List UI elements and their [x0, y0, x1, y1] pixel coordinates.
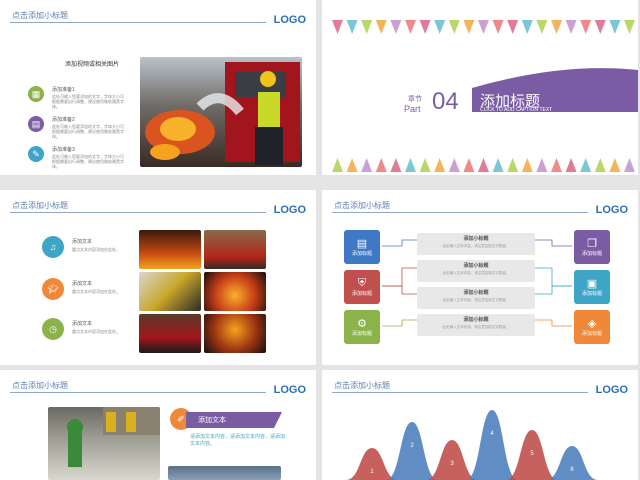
item-desc: 重点文本内容添加在此处。 [72, 247, 120, 252]
item-desc: 重点文本内容添加在此处。 [72, 289, 120, 294]
mid-title: 添加小标题 [463, 317, 489, 323]
mid-box[interactable]: 添加小标题此处输入文本内容，请注意控制文字数量。 [417, 260, 535, 282]
item-title: 添加准备1 [52, 87, 75, 93]
night-fire-photo [204, 314, 266, 353]
card-label: 添加标题 [581, 251, 602, 257]
purple-banner [472, 68, 638, 112]
bell-mark [426, 440, 478, 480]
slide-subtitle: 点击添加小标题 [12, 381, 68, 390]
logo: LOGO [273, 204, 306, 216]
section-caption: CLICK TO ADD CAPTION TEXT [480, 107, 553, 113]
left-card-settings[interactable]: ⚙ 添加标题 [344, 310, 380, 344]
bell-chart: 123456 [346, 410, 598, 480]
header-divider [10, 22, 266, 23]
right-card-image[interactable]: ▣ 添加标题 [574, 270, 610, 304]
fire-photo [139, 230, 201, 269]
right-card-copy[interactable]: ❐ 添加标题 [574, 230, 610, 264]
slide-subtitle: 点击添加小标题 [12, 11, 68, 20]
ribbon-desc: 请添加文本内容，请添加文本内容，请添加文本内容。 [190, 434, 286, 447]
bell-mark [386, 422, 438, 480]
mid-title: 添加小标题 [463, 263, 489, 269]
right-card-tag[interactable]: ◈ 添加标题 [574, 310, 610, 344]
item-desc: 此处可输入您要添加的文字，字体大小可根据需要自行调整，建议使用微软雅黑字体。 [52, 94, 124, 109]
card-label: 添加标题 [351, 251, 372, 257]
item-title: 添加准备3 [52, 147, 75, 153]
card-label: 添加标题 [351, 331, 372, 337]
item-title: 添加文本 [72, 239, 93, 245]
slide-4[interactable]: 点击添加小标题 LOGO ▤ 添加标题 ⛨ 添加标题 ⚙ 添加标题 添加小标题 此处输入… [322, 190, 638, 365]
mid-box[interactable]: 添加小标题此处输入文本内容，请注意控制文字数量。 [417, 314, 535, 336]
music-icon: ♫ [42, 236, 64, 258]
mid-desc: 此处输入文本内容，请注意控制文字数量。 [442, 244, 510, 248]
slide-heading: 添加视频或相关图片 [65, 62, 120, 68]
tag-icon: ◈ [587, 318, 597, 330]
image-icon: ▣ [586, 278, 598, 290]
edit-icon: ✎ [28, 146, 44, 162]
hydrant-photo [48, 407, 160, 480]
slide-2[interactable]: 章节 Part 04 添加标题 CLICK TO ADD CAPTION TEX… [322, 0, 638, 175]
header-divider [10, 212, 266, 213]
mid-desc: 此处输入文本内容，请注意控制文字数量。 [442, 325, 510, 329]
card-label: 添加标题 [581, 331, 602, 337]
slide-3[interactable]: 点击添加小标题 LOGO ♫ 添加文本 重点文本内容添加在此处。 🎓︎ 添加文本… [0, 190, 316, 365]
copy-icon: ❐ [587, 238, 597, 250]
slide-5[interactable]: 点击添加小标题 LOGO ✐ 添加文本 请添加文本内容，请添加文本内容，请添加文… [0, 370, 316, 480]
left-card-shield[interactable]: ⛨ 添加标题 [344, 270, 380, 304]
rescue-truck-photo [139, 314, 201, 353]
chart-icon: ▦ [28, 86, 44, 102]
ribbon-title: 添加文本 [198, 417, 226, 424]
mid-desc: 此处输入文本内容，请注意控制文字数量。 [442, 298, 510, 302]
part-number: 04 [432, 88, 459, 115]
item-title: 添加准备2 [52, 117, 75, 123]
item-title: 添加文本 [72, 281, 93, 287]
logo: LOGO [273, 384, 306, 396]
item-desc: 此处可输入您要添加的文字，字体大小可根据需要自行调整，建议使用微软雅黑字体。 [52, 154, 124, 169]
item-desc: 重点文本内容添加在此处。 [72, 329, 120, 334]
shield-icon: ⛨ [357, 277, 367, 289]
card-label: 添加标题 [351, 291, 372, 297]
document-icon: ▤ [356, 238, 368, 250]
left-card-document[interactable]: ▤ 添加标题 [344, 230, 380, 264]
chapter-label: 章节 [408, 96, 422, 103]
mid-desc: 此处输入文本内容，请注意控制文字数量。 [442, 271, 510, 275]
item-title: 添加文本 [72, 321, 93, 327]
part-label: Part [404, 104, 421, 114]
mid-box[interactable]: 添加小标题此处输入文本内容，请注意控制文字数量。 [417, 287, 535, 309]
item-desc: 此处可输入您要添加的文字，字体大小可根据需要自行调整，建议使用微软雅黑字体。 [52, 124, 124, 139]
card-label: 添加标题 [581, 291, 602, 297]
slide-subtitle: 点击添加小标题 [12, 201, 68, 210]
mid-title: 添加小标题 [463, 236, 489, 242]
bell-mark [346, 448, 398, 480]
firefighters-photo [139, 272, 201, 311]
slide-1[interactable]: 点击添加小标题 LOGO 添加视频或相关图片 ▦ 添加准备1 此处可输入您要添加… [0, 0, 316, 175]
graduation-cap-icon: 🎓︎ [42, 278, 64, 300]
firefighter-photo [140, 57, 302, 167]
logo: LOGO [273, 14, 306, 26]
bell-mark [466, 410, 518, 480]
gear-icon: ⚙ [357, 318, 367, 330]
firetruck-photo [204, 230, 266, 269]
mid-title: 添加小标题 [463, 290, 489, 296]
mid-box[interactable]: 添加小标题此处输入文本内容，请注意控制文字数量。 [417, 233, 535, 255]
header-divider [10, 392, 266, 393]
blaze-photo [204, 272, 266, 311]
bottom-photo [168, 466, 281, 480]
slide-6[interactable]: 点击添加小标题 LOGO 123456 [322, 370, 638, 480]
clock-icon: ◷ [42, 318, 64, 340]
calendar-icon: ▤ [28, 116, 44, 132]
bell-mark [546, 446, 598, 480]
